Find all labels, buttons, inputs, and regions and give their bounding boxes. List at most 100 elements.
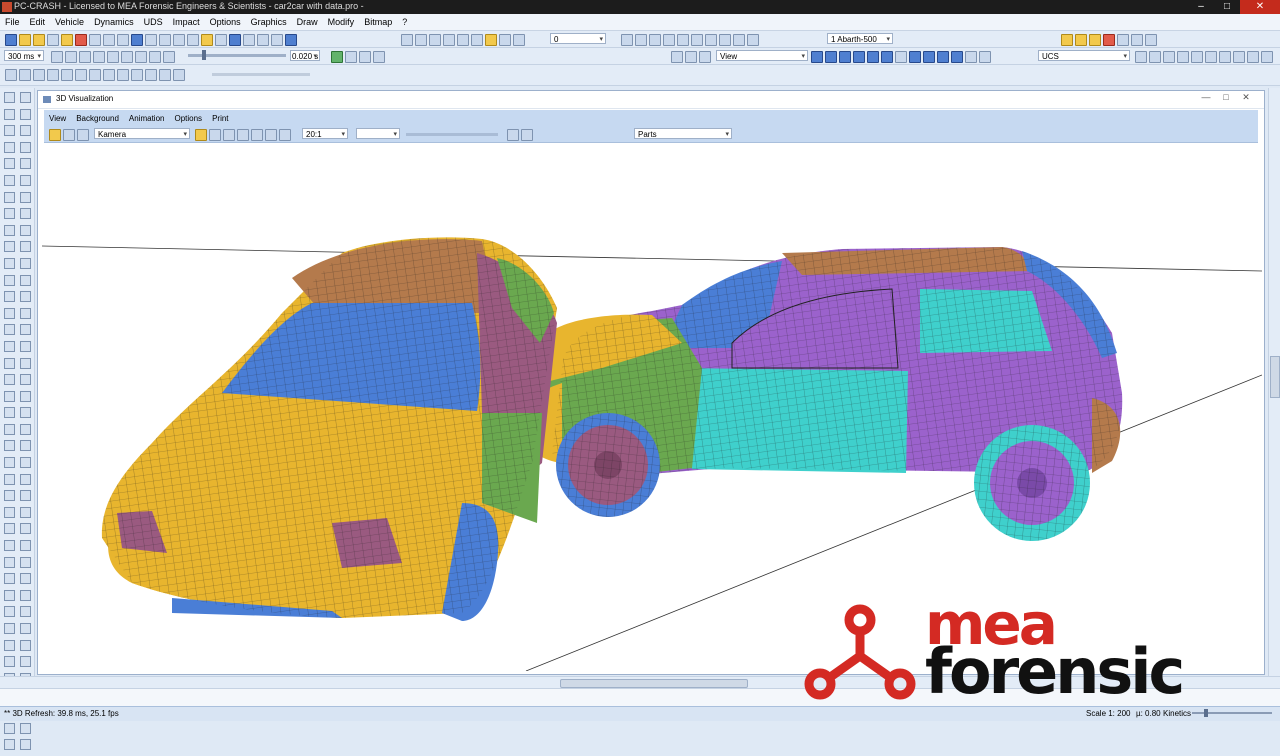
diagonal-icon[interactable] [4, 374, 15, 386]
road-icon[interactable] [20, 141, 31, 153]
fast-forward-icon[interactable] [135, 51, 147, 63]
array-icon[interactable] [75, 69, 87, 81]
zoom-all-icon[interactable] [215, 34, 227, 46]
bars-icon[interactable] [4, 606, 15, 618]
cursor-icon[interactable] [401, 34, 413, 46]
zoom-in-icon[interactable] [159, 34, 171, 46]
ruler-icon[interactable] [20, 623, 31, 634]
ucs-world-icon[interactable] [1191, 51, 1203, 63]
vertical-scrollbar[interactable] [1268, 88, 1280, 676]
open-project-icon[interactable] [33, 34, 45, 46]
view-split-icon[interactable] [1075, 34, 1087, 46]
viz-play-icon[interactable] [279, 129, 291, 141]
side-view-icon[interactable] [839, 51, 851, 63]
viz-camera-icon[interactable] [77, 129, 89, 141]
marking-icon[interactable] [20, 191, 31, 203]
text-icon[interactable] [4, 291, 15, 303]
pan-view-icon[interactable] [685, 51, 697, 63]
person-icon[interactable] [331, 51, 343, 63]
select-pointer-icon[interactable] [621, 34, 633, 46]
box-icon[interactable] [20, 357, 31, 369]
menu-file[interactable]: File [0, 17, 25, 27]
stop-icon[interactable] [107, 51, 119, 63]
save-icon[interactable] [5, 34, 17, 46]
time-slider-handle[interactable] [202, 50, 206, 60]
area-icon[interactable] [20, 656, 31, 668]
step-back-icon[interactable] [65, 51, 77, 63]
viz-top-icon[interactable] [237, 129, 249, 141]
viz-slider[interactable] [406, 133, 498, 136]
sign-6-icon[interactable] [4, 739, 15, 751]
export-icon[interactable] [20, 722, 31, 734]
forward-link-icon[interactable] [359, 51, 371, 63]
trajectory-icon[interactable] [663, 34, 675, 46]
layers-icon[interactable] [457, 34, 469, 46]
node-edit-icon[interactable] [20, 125, 31, 137]
fillet-icon[interactable] [131, 69, 143, 81]
ucs-3pt-icon[interactable] [1233, 51, 1245, 63]
maximize-button[interactable]: □ [1214, 0, 1240, 14]
ucs-z-icon[interactable] [1177, 51, 1189, 63]
ucs-dropdown[interactable]: UCS [1038, 50, 1130, 61]
group-icon[interactable] [173, 69, 185, 81]
image-icon[interactable] [20, 506, 31, 518]
step-forward-icon[interactable] [149, 51, 161, 63]
pen-color-icon[interactable] [443, 34, 455, 46]
backward-link-icon[interactable] [373, 51, 385, 63]
settings-icon[interactable] [271, 34, 283, 46]
crosshair-icon[interactable] [4, 457, 15, 469]
select-poly-icon[interactable] [20, 108, 31, 120]
dimension-v-icon[interactable] [4, 490, 15, 502]
green-point-icon[interactable] [4, 523, 15, 535]
menu-impact[interactable]: Impact [168, 17, 205, 27]
help-icon[interactable] [285, 34, 297, 46]
lane-icon[interactable] [20, 174, 31, 186]
hatch-icon[interactable] [20, 208, 31, 220]
viz-menu-print[interactable]: Print [207, 114, 233, 123]
star-icon[interactable] [4, 274, 15, 286]
camera-dropdown[interactable]: Kamera [94, 128, 190, 139]
vehicle-dropdown[interactable]: 1 Abarth-500 [827, 33, 893, 44]
draw-line-icon[interactable] [4, 390, 15, 402]
view-report-icon[interactable] [1089, 34, 1101, 46]
view-tile-icon[interactable] [1117, 34, 1129, 46]
zoom-window-icon[interactable] [187, 34, 199, 46]
view-cascade-icon[interactable] [1131, 34, 1143, 46]
menu-draw[interactable]: Draw [292, 17, 323, 27]
render-icon[interactable] [923, 51, 935, 63]
arrow-icon[interactable] [4, 92, 15, 103]
viz-open-icon[interactable] [49, 129, 61, 141]
view-2d-icon[interactable] [1061, 34, 1073, 46]
stack-icon[interactable] [4, 623, 15, 634]
delete-x-icon[interactable] [4, 407, 15, 419]
viz-maximize-button[interactable]: □ [1216, 92, 1236, 103]
extend-icon[interactable] [117, 69, 129, 81]
elevation-icon[interactable] [20, 440, 31, 452]
viz-iso-icon[interactable] [251, 129, 263, 141]
status-slider-handle[interactable] [1204, 709, 1208, 717]
viz-menu-animation[interactable]: Animation [124, 114, 170, 123]
play-icon[interactable] [121, 51, 133, 63]
minimize-button[interactable]: – [1188, 0, 1214, 14]
rotate-object-icon[interactable] [61, 69, 73, 81]
copy-object-icon[interactable] [19, 69, 31, 81]
menu-uds[interactable]: UDS [139, 17, 168, 27]
ucs-x-icon[interactable] [1149, 51, 1161, 63]
collision-icon[interactable] [733, 34, 745, 46]
ucs-next-icon[interactable] [1261, 51, 1273, 63]
back-view-icon[interactable] [881, 51, 893, 63]
line-icon[interactable] [4, 158, 15, 170]
menu-dynamics[interactable]: Dynamics [89, 17, 139, 27]
house-icon[interactable] [20, 274, 31, 286]
trim-icon[interactable] [103, 69, 115, 81]
camera-match-icon[interactable] [20, 540, 31, 552]
time-slider[interactable] [188, 50, 286, 60]
line-style-icon[interactable] [471, 34, 483, 46]
front-view-icon[interactable] [825, 51, 837, 63]
viz-menu-view[interactable]: View [44, 114, 71, 123]
menu-edit[interactable]: Edit [25, 17, 51, 27]
secondary-slider[interactable] [212, 73, 310, 76]
scale-dropdown[interactable]: 20:1 [302, 128, 348, 139]
fast-back-icon[interactable] [79, 51, 91, 63]
ramp-icon[interactable] [20, 374, 31, 386]
